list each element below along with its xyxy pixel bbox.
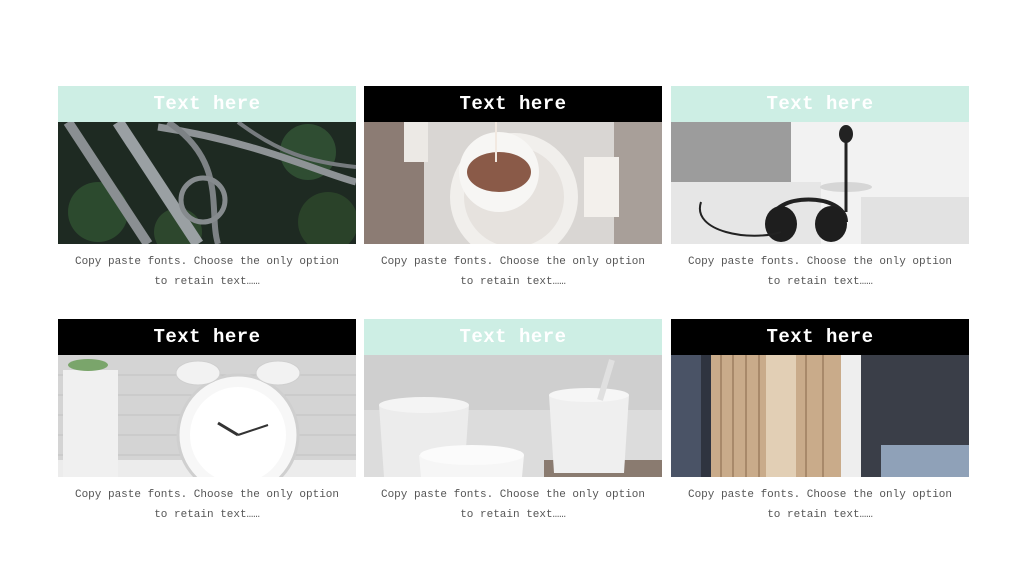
caption-line-2: to retain text…… — [154, 509, 260, 521]
caption-line-2: to retain text…… — [460, 276, 566, 288]
card-title: Text here — [364, 319, 662, 355]
caption-line-1: Copy paste fonts. Choose the only option — [687, 256, 953, 268]
caption-line-2: to retain text…… — [767, 276, 873, 288]
card-title: Text here — [58, 86, 356, 122]
card-caption: Copy paste fonts. Choose the only option… — [58, 252, 356, 292]
card-2: Text here Copy paste fonts. Choose the o… — [364, 86, 662, 292]
card-image-headset — [671, 122, 969, 244]
card-caption: Copy paste fonts. Choose the only option… — [364, 252, 662, 292]
caption-line-1: Copy paste fonts. Choose the only option — [380, 256, 646, 268]
card-5: Text here Copy paste fonts. Choose the o… — [364, 319, 662, 525]
caption-line-1: Copy paste fonts. Choose the only option — [74, 489, 340, 501]
caption-line-1: Copy paste fonts. Choose the only option — [74, 256, 340, 268]
caption-line-2: to retain text…… — [460, 509, 566, 521]
card-image-tea-cup — [364, 122, 662, 244]
caption-line-2: to retain text…… — [767, 509, 873, 521]
caption-line-1: Copy paste fonts. Choose the only option — [380, 489, 646, 501]
card-3: Text here Copy paste fonts. Choose the o… — [671, 86, 969, 292]
card-image-white-cups — [364, 355, 662, 477]
card-caption: Copy paste fonts. Choose the only option… — [58, 485, 356, 525]
card-4: Text here Copy paste fonts. Choose the o… — [58, 319, 356, 525]
card-title: Text here — [671, 319, 969, 355]
card-1: Text here Copy paste fonts. Choose the o… — [58, 86, 356, 292]
card-title: Text here — [364, 86, 662, 122]
card-image-aerial-highway — [58, 122, 356, 244]
card-title: Text here — [671, 86, 969, 122]
card-title: Text here — [58, 319, 356, 355]
card-caption: Copy paste fonts. Choose the only option… — [364, 485, 662, 525]
card-caption: Copy paste fonts. Choose the only option… — [671, 252, 969, 292]
card-image-open-book — [671, 355, 969, 477]
card-image-alarm-clock — [58, 355, 356, 477]
caption-line-2: to retain text…… — [154, 276, 260, 288]
card-caption: Copy paste fonts. Choose the only option… — [671, 485, 969, 525]
caption-line-1: Copy paste fonts. Choose the only option — [687, 489, 953, 501]
card-6: Text here Copy paste fonts. Choose the o… — [671, 319, 969, 525]
